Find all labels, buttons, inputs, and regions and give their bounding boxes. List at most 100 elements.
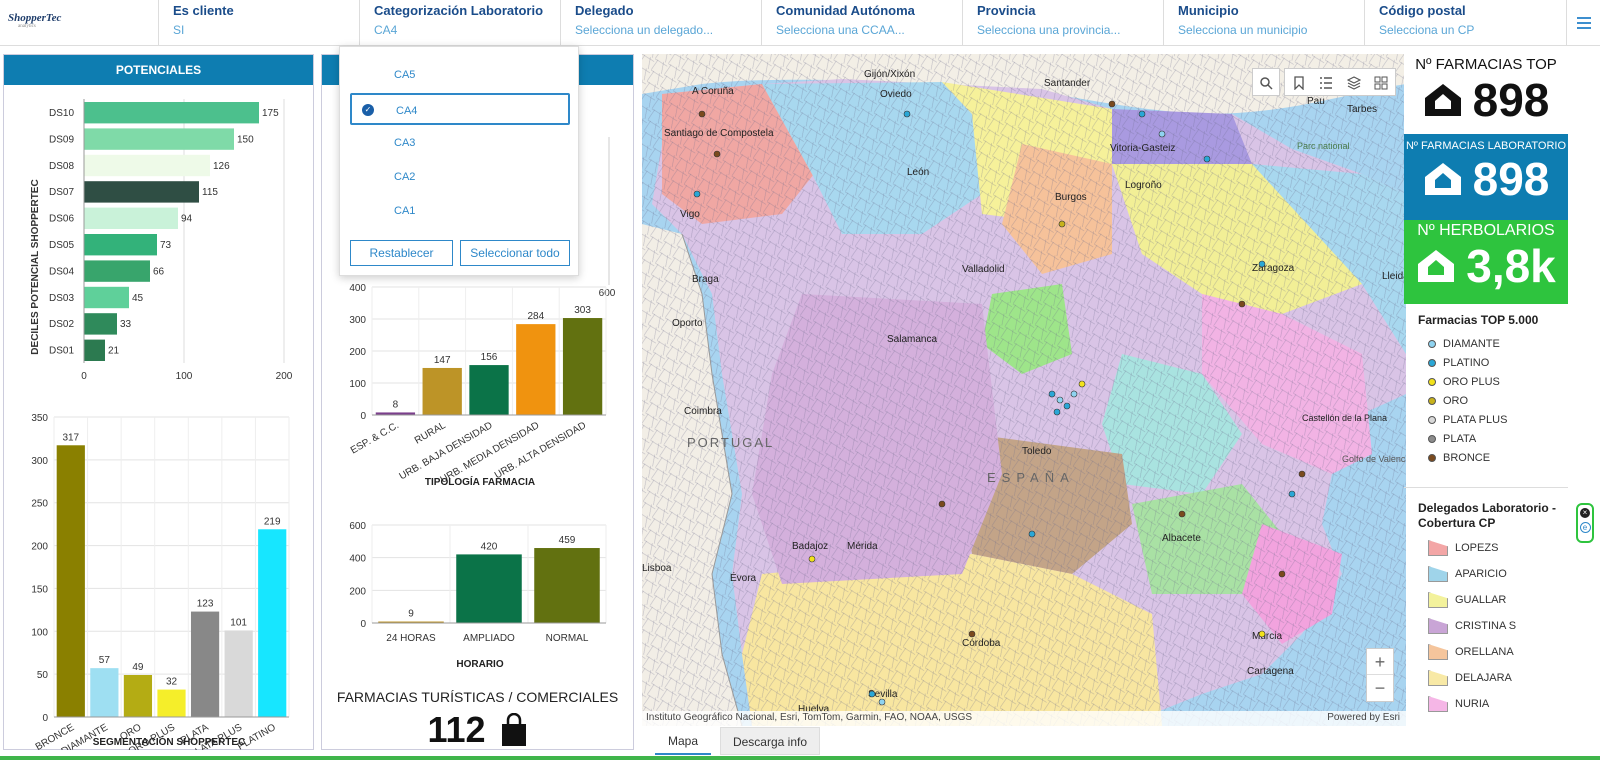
map-label-tarbes: Tarbes [1347, 104, 1377, 115]
kpi-value-row: 3,8k [1404, 240, 1568, 292]
data-label: 32 [166, 677, 178, 688]
category-label: DS03 [49, 293, 74, 304]
legend-item-delajara: DELAJARA [1428, 670, 1512, 686]
legend-dot-icon [1428, 378, 1436, 386]
map-toolbar [1284, 68, 1396, 96]
bar [224, 630, 253, 717]
zoom-in-button[interactable]: + [1367, 649, 1393, 675]
legend-label: PLATINO [1443, 357, 1490, 369]
dropdown-option-ca2[interactable]: CA2 [350, 161, 570, 193]
filter-value: Selecciona un delegado... [575, 23, 714, 37]
data-label: 147 [434, 355, 451, 366]
side-widget-toggle[interactable]: × e [1576, 503, 1594, 543]
basemap-gallery-icon[interactable] [1368, 69, 1396, 97]
kpi-title: Nº HERBOLARIOS [1417, 222, 1555, 239]
hamburger-menu-icon[interactable] [1566, 0, 1600, 46]
legend-label: CRISTINA S [1455, 620, 1517, 632]
expand-icon[interactable]: e [1579, 522, 1591, 533]
filter-ccaa[interactable]: Comunidad Autónoma Selecciona una CCAA... [761, 0, 962, 46]
dropdown-option-ca3[interactable]: CA3 [350, 127, 570, 159]
option-label: CA2 [394, 171, 416, 183]
filter-value: SI [173, 23, 185, 37]
map-search-tool[interactable] [1252, 68, 1280, 96]
powered-by-esri[interactable]: Powered by Esri [1327, 712, 1400, 723]
data-label: 115 [202, 187, 218, 198]
bar [90, 668, 119, 717]
bar [258, 529, 287, 717]
zoom-out-button[interactable]: − [1367, 675, 1393, 701]
legend-label: LOPEZS [1455, 542, 1499, 554]
map-label-badajoz: Badajoz [792, 541, 828, 552]
legend-label: PLATA PLUS [1443, 414, 1508, 426]
search-icon[interactable] [1253, 69, 1279, 97]
x-tick-label: 0 [81, 371, 87, 382]
data-label: 175 [262, 108, 279, 119]
map-label-evora: Évora [730, 571, 757, 584]
filter-codigo-postal[interactable]: Código postal Selecciona un CP [1364, 0, 1565, 46]
data-label: 57 [99, 655, 111, 666]
map-label-burgos: Burgos [1055, 192, 1087, 203]
filter-municipio[interactable]: Municipio Selecciona un municipio [1163, 0, 1364, 46]
horario-chart: 0 200 400 600 9 24 HORAS 420 AMPLIADO 459 NORMAL H… [349, 521, 607, 670]
data-label: 73 [160, 240, 172, 251]
chart-title: TIPOLOGÍA FARMACIA [425, 475, 535, 488]
layers-icon[interactable] [1340, 69, 1368, 97]
legend-dot-icon [1428, 435, 1436, 443]
potenciales-header: POTENCIALES [4, 55, 313, 85]
data-label: 150 [237, 134, 254, 145]
legend-item-cristina-s: CRISTINA S [1428, 618, 1516, 634]
map-label-murcia: Murcia [1252, 631, 1282, 642]
legend-label: NURIA [1455, 698, 1490, 710]
kpi-farmacias-laboratorio: Nº FARMACIAS LABORATORIO 898 [1404, 134, 1568, 220]
filter-provincia[interactable]: Provincia Selecciona una provincia... [962, 0, 1163, 46]
data-label: 284 [527, 311, 544, 322]
tab-mapa[interactable]: Mapa [655, 727, 711, 755]
legend-swatch-icon [1428, 618, 1448, 634]
data-label: 49 [132, 662, 144, 673]
map-label-castellon: Castellón de la Plana [1302, 413, 1387, 423]
close-icon[interactable]: × [1580, 508, 1590, 518]
option-label: CA4 [396, 105, 418, 117]
legend-swatch-icon [1428, 696, 1448, 712]
category-label: DS09 [49, 134, 74, 145]
data-label: 8 [393, 399, 399, 410]
bookmark-icon[interactable] [1285, 69, 1313, 97]
legend-item-aparicio: APARICIO [1428, 566, 1507, 582]
turisticas-title: FARMACIAS TURÍSTICAS / COMERCIALES [336, 689, 619, 705]
dropdown-option-ca4[interactable]: ✓ CA4 [350, 93, 570, 125]
categorizacion-dropdown: CA5 ✓ CA4 CA3 CA2 CA1 Restablecer Selecci… [339, 46, 579, 276]
filter-categorizacion[interactable]: Categorización Laboratorio CA4 [359, 0, 560, 46]
y-tick-label: 100 [31, 627, 48, 638]
select-all-button[interactable]: Seleccionar todo [460, 240, 570, 266]
map-label-salamanca: Salamanca [887, 334, 937, 345]
data-label: 21 [108, 346, 120, 357]
dropdown-option-ca5[interactable]: CA5 [350, 59, 570, 91]
category-label: DS07 [49, 187, 74, 198]
map-label-merida: Mérida [847, 541, 878, 552]
map-label-santiago: Santiago de Compostela [664, 128, 774, 139]
legend-item-lopezs: LOPEZS [1428, 540, 1498, 556]
category-label: AMPLIADO [463, 633, 515, 644]
home-icon [1424, 163, 1461, 195]
filter-label: Código postal [1379, 3, 1466, 18]
x-tick-label: 100 [176, 371, 193, 382]
reset-button[interactable]: Restablecer [350, 240, 453, 266]
filter-es-cliente[interactable]: Es cliente SI [158, 0, 359, 46]
legend-item-platino: PLATINO [1428, 357, 1489, 369]
bar [157, 689, 186, 717]
filter-delegado[interactable]: Delegado Selecciona un delegado... [560, 0, 761, 46]
dropdown-option-ca1[interactable]: CA1 [350, 195, 570, 227]
legend-item-diamante: DIAMANTE [1428, 338, 1500, 350]
filter-label: Municipio [1178, 3, 1239, 18]
list-icon[interactable] [1313, 69, 1341, 97]
y-tick-label: 50 [37, 670, 49, 681]
chart-title: HORARIO [456, 659, 503, 670]
map-label-vitoria: Vitoria-Gasteiz [1110, 143, 1175, 154]
legend-dot-icon [1428, 416, 1436, 424]
y-tick-label: 600 [349, 521, 366, 532]
tab-descarga-info[interactable]: Descarga info [720, 727, 820, 755]
map-view[interactable]: A Coruña Santiago de Compostela Vigo Gij… [642, 54, 1406, 726]
y-tick-label: 150 [31, 584, 48, 595]
bar [56, 445, 85, 717]
y-tick-label: 200 [31, 542, 48, 553]
